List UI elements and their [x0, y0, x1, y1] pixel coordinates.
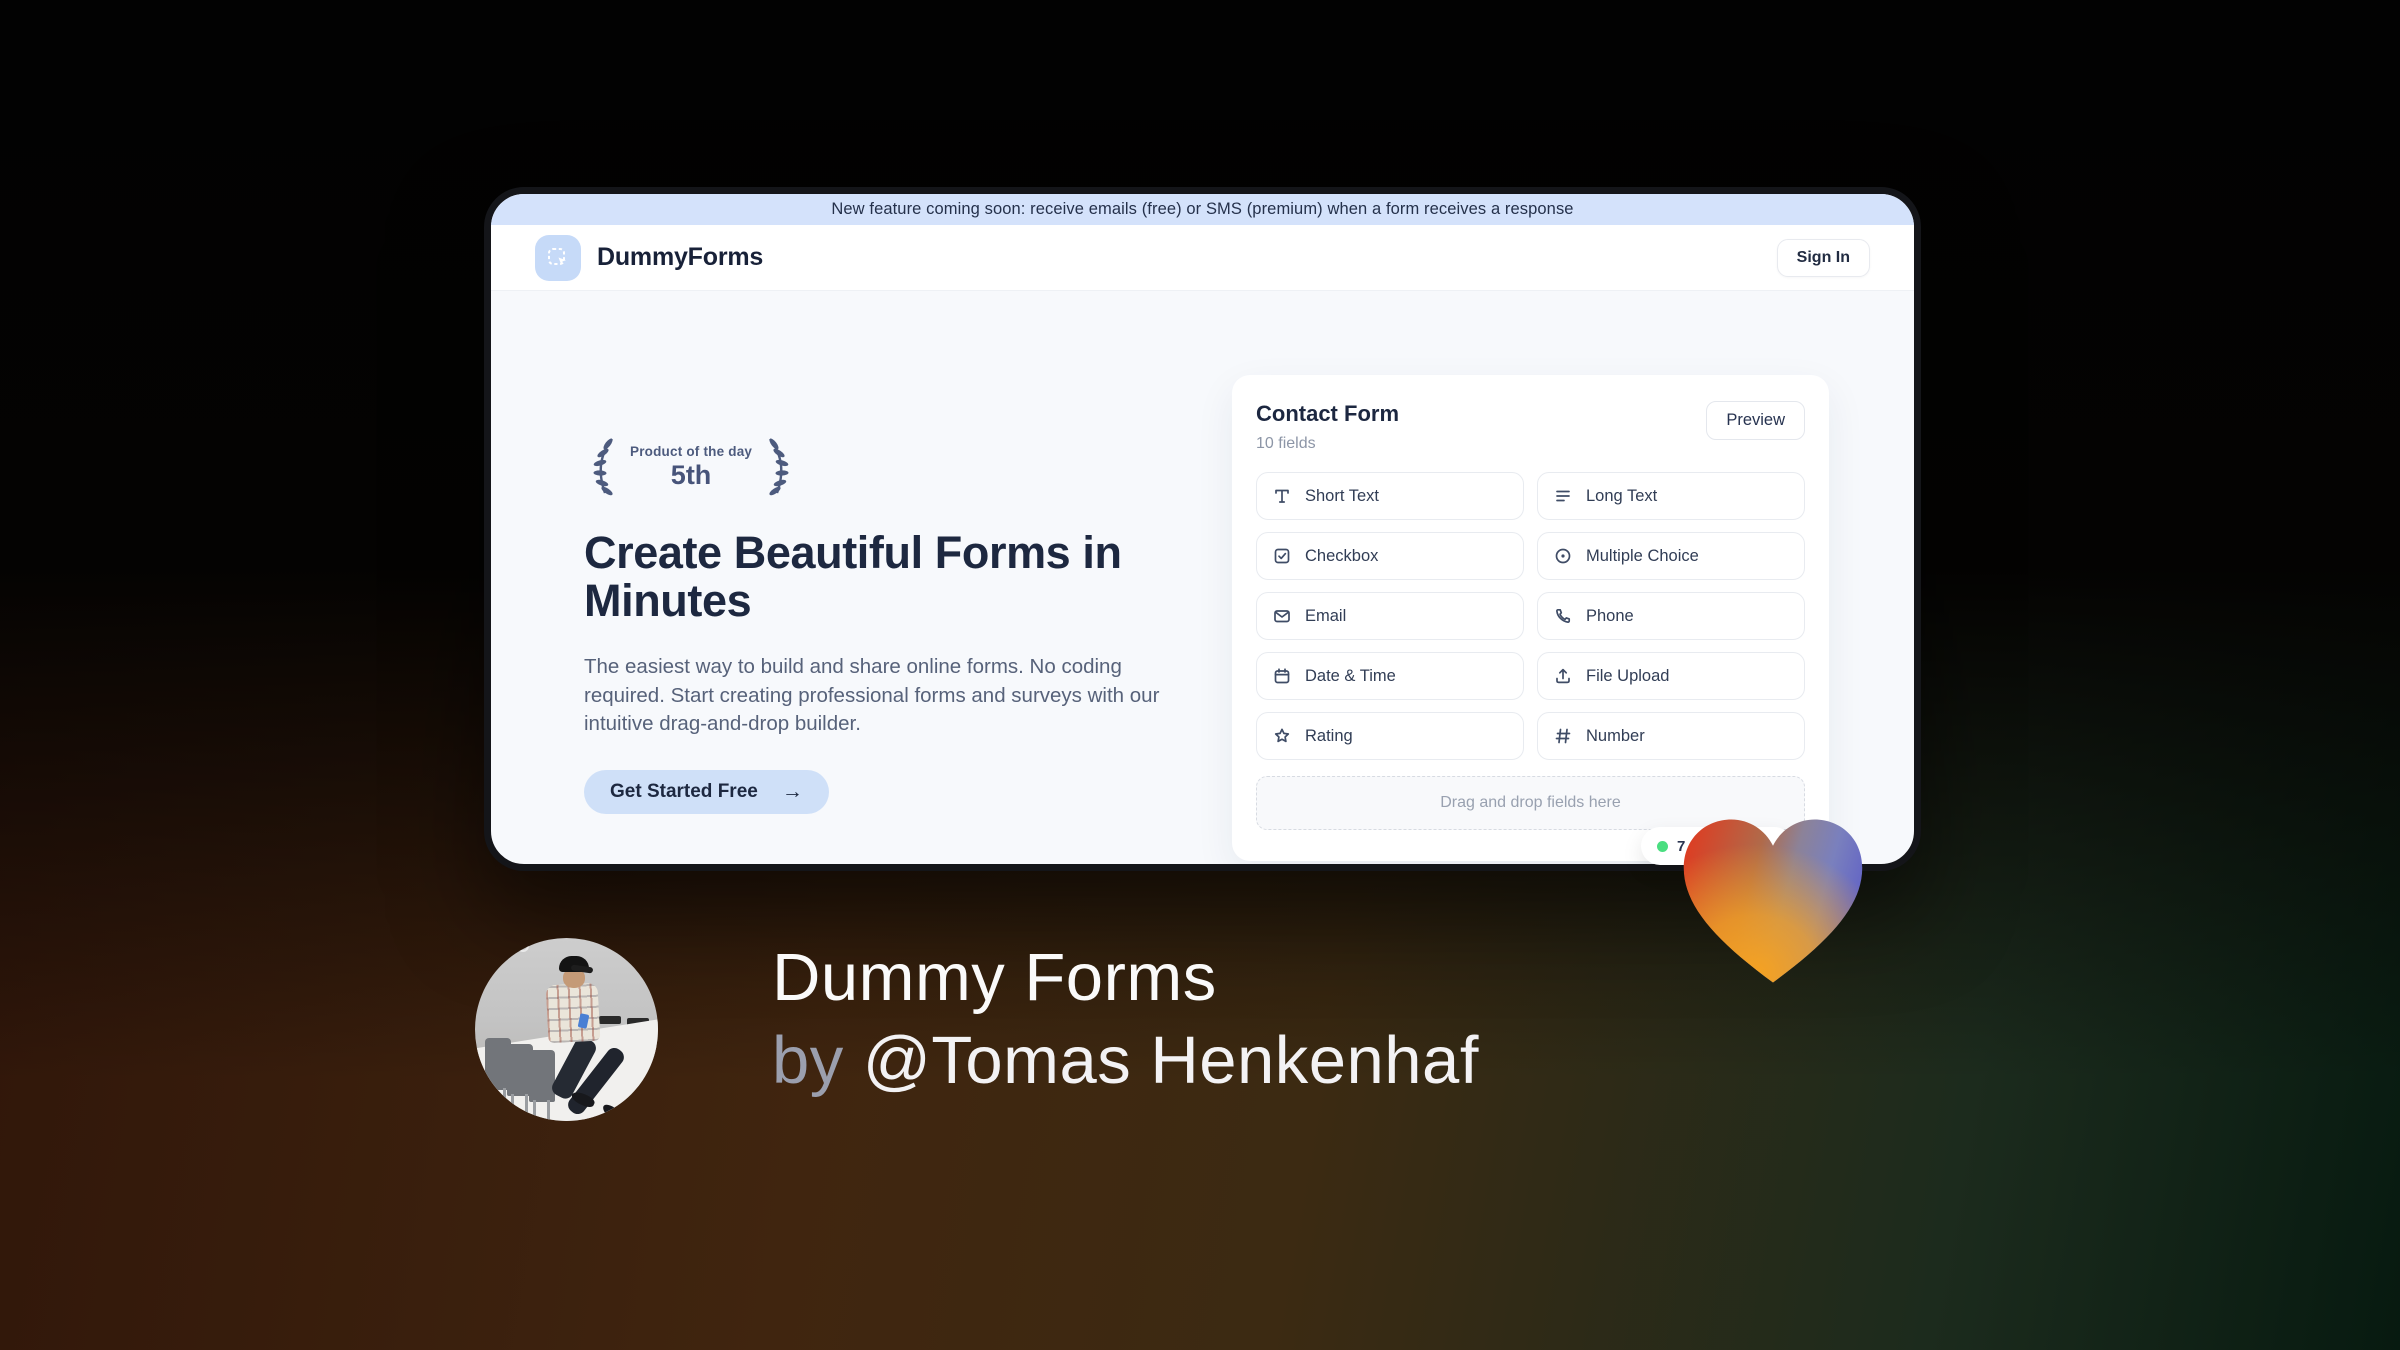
award-title: Product of the day — [630, 443, 753, 459]
green-dot-icon — [1657, 840, 1668, 852]
field-label: Long Text — [1586, 486, 1658, 505]
star-icon — [1272, 726, 1292, 746]
chair — [529, 1050, 555, 1121]
field-tile-multiple-choice[interactable]: Multiple Choice — [1537, 532, 1805, 580]
hash-icon — [1553, 726, 1573, 746]
field-label: Multiple Choice — [1586, 546, 1699, 565]
award-text: Product of the day 5th — [630, 444, 752, 491]
field-tile-date-time[interactable]: Date & Time — [1256, 652, 1524, 700]
gradient-heart-icon — [1683, 819, 1863, 983]
get-started-button[interactable]: Get Started Free → — [584, 770, 829, 815]
field-tile-file-upload[interactable]: File Upload — [1537, 652, 1805, 700]
field-tile-phone[interactable]: Phone — [1537, 592, 1805, 640]
laurel-right-icon — [769, 438, 789, 496]
brand-name: DummyForms — [597, 243, 764, 271]
cta-label: Get Started Free — [610, 781, 758, 803]
app-logo — [535, 234, 581, 281]
product-of-the-day-badge: Product of the day 5th — [586, 435, 1169, 499]
laurel-left-icon — [593, 438, 613, 496]
award-rank: 5th — [670, 459, 712, 490]
hero-description: The easiest way to build and share onlin… — [584, 655, 1160, 735]
field-tile-email[interactable]: Email — [1256, 592, 1524, 640]
caption-author-line: by @Tomas Henkenhaf — [772, 1023, 1479, 1098]
app-header: DummyForms Sign In — [491, 225, 1914, 291]
field-type-grid: Short Text Long Text Checkbox Multiple C… — [1256, 472, 1805, 760]
dropzone-text: Drag and drop fields here — [1440, 794, 1621, 811]
promo-canvas: New feature coming soon: receive emails … — [0, 0, 2400, 1350]
radio-icon — [1553, 546, 1573, 566]
field-tile-long-text[interactable]: Long Text — [1537, 472, 1805, 520]
field-label: Rating — [1305, 726, 1353, 745]
text-icon — [1272, 486, 1292, 506]
field-label: File Upload — [1586, 666, 1670, 685]
field-tile-rating[interactable]: Rating — [1256, 712, 1524, 760]
founder-avatar — [475, 938, 658, 1121]
arrow-right-icon: → — [781, 780, 803, 804]
ceiling-light — [517, 940, 529, 952]
field-label: Phone — [1586, 606, 1634, 625]
announcement-banner: New feature coming soon: receive emails … — [491, 194, 1914, 225]
brand: DummyForms — [535, 234, 764, 281]
builder-titles: Contact Form 10 fields — [1256, 401, 1399, 453]
field-label: Number — [1586, 726, 1645, 745]
announcement-text: New feature coming soon: receive emails … — [831, 200, 1574, 218]
caption-by: by — [772, 1023, 863, 1099]
field-tile-short-text[interactable]: Short Text — [1256, 472, 1524, 520]
form-field-count: 10 fields — [1256, 435, 1316, 452]
checkbox-icon — [1272, 546, 1292, 566]
preview-button[interactable]: Preview — [1706, 401, 1805, 440]
hero-section: Product of the day 5th Create Beautiful … — [584, 435, 1169, 815]
person-shirt — [545, 982, 601, 1044]
caption-author-handle: @Tomas Henkenhaf — [862, 1023, 1479, 1099]
upload-icon — [1553, 666, 1573, 686]
sign-in-button[interactable]: Sign In — [1776, 238, 1870, 277]
envelope-icon — [1272, 606, 1292, 626]
ceiling-light — [483, 960, 493, 970]
caption-product-name: Dummy Forms — [772, 940, 1217, 1015]
lines-icon — [1553, 486, 1573, 506]
ceiling-light — [497, 946, 511, 960]
field-label: Short Text — [1305, 486, 1379, 505]
field-label: Email — [1305, 606, 1347, 625]
field-tile-checkbox[interactable]: Checkbox — [1256, 532, 1524, 580]
calendar-icon — [1272, 666, 1292, 686]
field-label: Date & Time — [1305, 666, 1396, 685]
caption: Dummy Forms by @Tomas Henkenhaf — [772, 940, 1479, 1098]
phone-icon — [1553, 606, 1573, 626]
cursor-dashed-square-icon — [548, 247, 566, 265]
hero-title: Create Beautiful Forms in Minutes — [584, 527, 1122, 627]
app-window: New feature coming soon: receive emails … — [484, 187, 1921, 871]
field-tile-number[interactable]: Number — [1537, 712, 1805, 760]
form-title: Contact Form — [1256, 401, 1399, 426]
app-body: Product of the day 5th Create Beautiful … — [491, 291, 1914, 864]
builder-header: Contact Form 10 fields Preview — [1256, 401, 1805, 453]
field-label: Checkbox — [1305, 546, 1379, 565]
form-builder-card: Contact Form 10 fields Preview Short Tex… — [1232, 375, 1829, 861]
